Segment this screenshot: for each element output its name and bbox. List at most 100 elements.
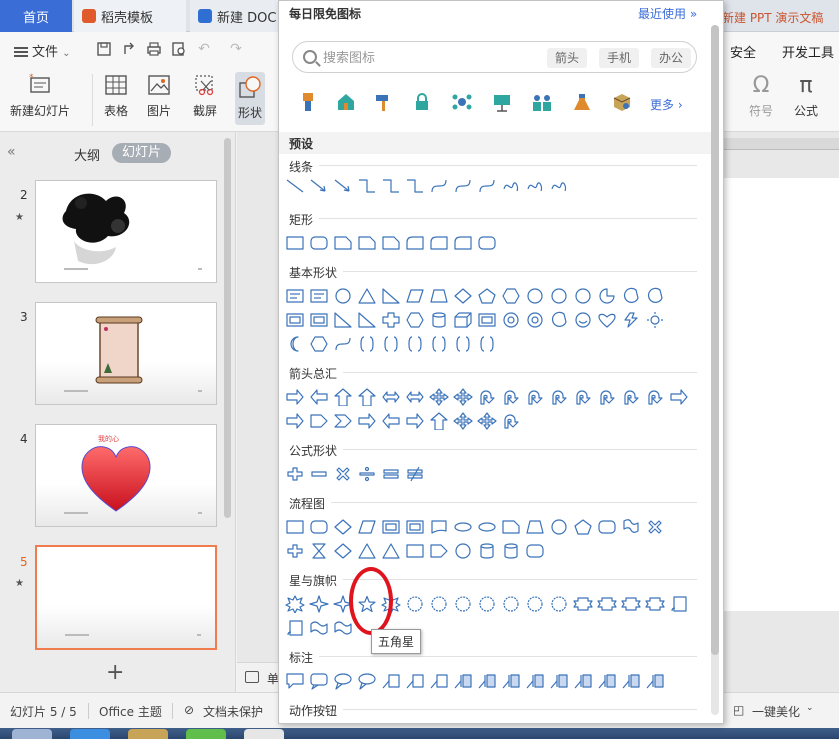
equal-icon[interactable] — [381, 465, 401, 483]
star-seal-icon[interactable] — [525, 595, 545, 613]
frame-shape[interactable] — [381, 518, 401, 536]
line-callout-shape[interactable] — [381, 672, 401, 690]
hexagon-shape[interactable] — [309, 335, 329, 353]
u-turn-arrow-icon[interactable] — [501, 388, 521, 406]
accent-bar-callout-shape[interactable] — [477, 672, 497, 690]
plus-icon[interactable] — [285, 465, 305, 483]
snip-rectangle-shape[interactable] — [381, 234, 401, 252]
accent-bar-callout-shape[interactable] — [453, 672, 473, 690]
tab-doc[interactable]: 新建 DOC — [190, 0, 290, 32]
frame-shape[interactable] — [309, 311, 329, 329]
slide-thumbnail-4[interactable]: 我的心 — [35, 424, 217, 527]
menu-devtools[interactable]: 开发工具 — [782, 42, 834, 61]
hammer-icon[interactable] — [373, 91, 395, 113]
u-turn-arrow-icon[interactable] — [477, 388, 497, 406]
protection-status[interactable]: 文档未保护 — [203, 703, 263, 720]
tab-slides[interactable]: 幻灯片 — [112, 143, 172, 163]
taskbar-button[interactable] — [12, 729, 52, 739]
snip-rectangle-shape[interactable] — [333, 234, 353, 252]
arrow-up-icon[interactable] — [429, 412, 449, 430]
wave-shape[interactable] — [333, 619, 353, 637]
rectangle-shape[interactable] — [405, 542, 425, 560]
file-menu[interactable]: 文件 ⌄ — [14, 41, 71, 60]
star-seal-icon[interactable] — [429, 595, 449, 613]
chord-shape[interactable] — [621, 287, 641, 305]
rectangle-shape[interactable] — [285, 518, 305, 536]
table-button[interactable]: 表格 — [103, 72, 129, 119]
pentagon-arrow-shape[interactable] — [429, 542, 449, 560]
right-triangle-shape[interactable] — [357, 311, 377, 329]
arrow-right-icon[interactable] — [285, 388, 305, 406]
preview-icon[interactable] — [171, 41, 187, 57]
oval-shape[interactable] — [333, 287, 353, 305]
box-icon[interactable] — [611, 91, 633, 113]
snip-rectangle-shape[interactable] — [357, 234, 377, 252]
search-input[interactable] — [323, 48, 533, 68]
image-button[interactable]: 图片 — [146, 72, 172, 119]
lab-icon[interactable] — [571, 91, 593, 113]
curve-shape[interactable] — [453, 177, 473, 195]
symbol-button[interactable]: Ω 符号 — [748, 72, 774, 119]
callout-shape[interactable] — [285, 672, 305, 690]
bracket-shape[interactable] — [429, 335, 449, 353]
u-turn-arrow-icon[interactable] — [621, 388, 641, 406]
star-seal-icon[interactable] — [549, 595, 569, 613]
diamond-shape[interactable] — [333, 542, 353, 560]
donut-shape[interactable] — [501, 311, 521, 329]
triangle-shape[interactable] — [381, 542, 401, 560]
chip-office[interactable]: 办公 — [651, 48, 692, 68]
collapse-icon[interactable]: « — [7, 144, 16, 160]
collate-shape[interactable] — [309, 542, 329, 560]
u-turn-arrow-icon[interactable] — [573, 388, 593, 406]
multiply-icon[interactable] — [645, 518, 665, 536]
screenshot-button[interactable]: 截屏 — [192, 72, 218, 119]
snip-rectangle-shape[interactable] — [501, 518, 521, 536]
document-shape[interactable] — [429, 518, 449, 536]
line-shape[interactable] — [285, 177, 305, 195]
tab-home[interactable]: 首页 — [0, 0, 72, 32]
accent-bar-callout-shape[interactable] — [621, 672, 641, 690]
cross-shape[interactable] — [381, 311, 401, 329]
terminator-shape[interactable] — [477, 518, 497, 536]
chord-shape[interactable] — [549, 311, 569, 329]
line-callout-shape[interactable] — [405, 672, 425, 690]
bracket-shape[interactable] — [381, 335, 401, 353]
team-icon[interactable] — [531, 91, 553, 113]
parallelogram-shape[interactable] — [357, 518, 377, 536]
not-equal-icon[interactable] — [405, 465, 425, 483]
bracket-shape[interactable] — [405, 335, 425, 353]
shape-button[interactable]: 形状 — [235, 72, 265, 125]
chip-arrow[interactable]: 箭头 — [547, 48, 588, 68]
elbow-connector-shape[interactable] — [381, 177, 401, 195]
star-seal-icon[interactable] — [453, 595, 473, 613]
slide-thumbnail-5[interactable] — [35, 545, 217, 650]
triangle-shape[interactable] — [357, 287, 377, 305]
freeform-shape[interactable] — [501, 177, 521, 195]
bracket-shape[interactable] — [357, 335, 377, 353]
frame-shape[interactable] — [477, 311, 497, 329]
ribbon-banner-shape[interactable] — [645, 595, 665, 613]
arrow-right-icon[interactable] — [669, 388, 689, 406]
wave-shape[interactable] — [309, 619, 329, 637]
text-box-shape[interactable] — [285, 287, 305, 305]
tab-template[interactable]: 稻壳模板 — [74, 0, 186, 32]
punched-tape-shape[interactable] — [621, 518, 641, 536]
u-turn-arrow-icon[interactable] — [645, 388, 665, 406]
new-slide-button[interactable]: * 新建幻灯片 — [10, 72, 70, 119]
quad-arrow-icon[interactable] — [453, 388, 473, 406]
frame-shape[interactable] — [405, 518, 425, 536]
taskbar-button[interactable] — [128, 729, 168, 739]
trapezoid-shape[interactable] — [525, 518, 545, 536]
rounded-callout-shape[interactable] — [309, 672, 329, 690]
heart-icon[interactable] — [597, 311, 617, 329]
accent-bar-callout-shape[interactable] — [597, 672, 617, 690]
four-point-star-icon[interactable] — [309, 595, 329, 613]
theme-name[interactable]: Office 主题 — [99, 703, 162, 720]
arrow-up-icon[interactable] — [357, 388, 377, 406]
pentagon-arrow-shape[interactable] — [309, 412, 329, 430]
line-callout-shape[interactable] — [429, 672, 449, 690]
diamond-shape[interactable] — [333, 518, 353, 536]
curve-shape[interactable] — [477, 177, 497, 195]
accent-bar-callout-shape[interactable] — [501, 672, 521, 690]
more-icons-link[interactable]: 更多 › — [650, 96, 683, 113]
